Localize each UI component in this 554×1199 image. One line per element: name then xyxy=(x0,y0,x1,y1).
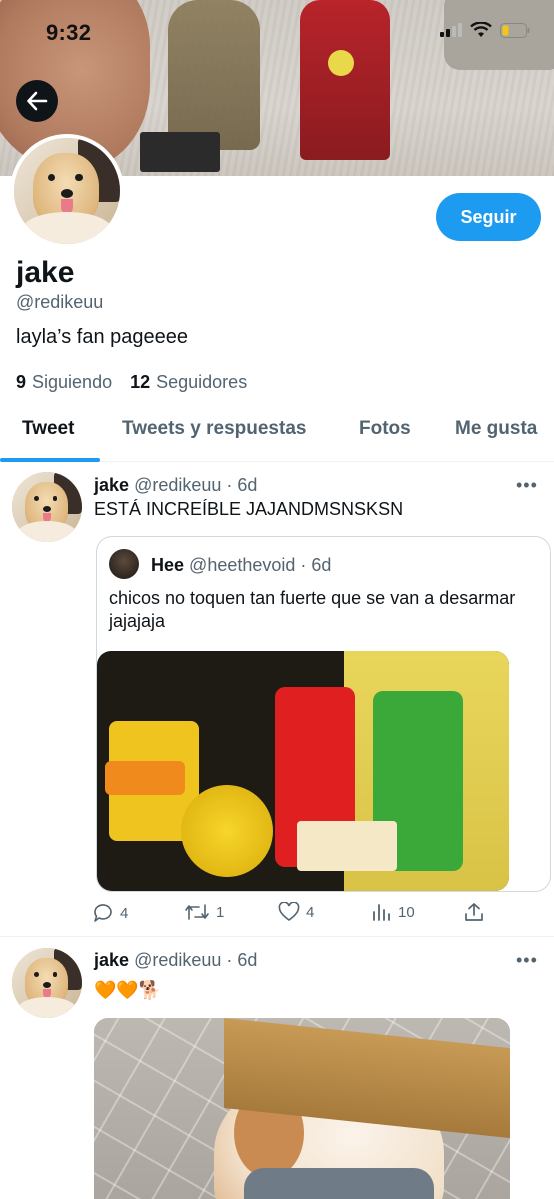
share-button[interactable] xyxy=(464,902,484,922)
active-tab-indicator xyxy=(0,458,100,462)
views-button[interactable]: 10 xyxy=(372,902,415,922)
tweet-divider xyxy=(0,936,554,937)
battery-icon xyxy=(500,22,530,38)
tweet-photo[interactable] xyxy=(94,1018,510,1199)
retweet-count: 1 xyxy=(216,903,225,921)
status-icons xyxy=(440,22,530,38)
tweet-header: jake @redikeuu · 6d xyxy=(94,950,257,971)
quote-photo[interactable] xyxy=(97,651,509,891)
retweet-button[interactable]: 1 xyxy=(184,902,224,922)
follow-button[interactable]: Seguir xyxy=(436,193,541,241)
followers-count: 12 xyxy=(130,372,151,392)
profile-avatar[interactable] xyxy=(10,134,124,248)
like-count: 4 xyxy=(306,903,315,921)
tweet-header: jake @redikeuu · 6d xyxy=(94,475,257,496)
quote-author-handle: @heethevoid xyxy=(189,555,296,575)
quote-text: chicos no toquen tan fuerte que se van a… xyxy=(109,588,516,631)
views-icon xyxy=(373,904,390,921)
quote-header: Hee @heethevoid · 6d xyxy=(151,555,331,576)
retweet-icon xyxy=(185,904,209,920)
more-options-icon[interactable]: ••• xyxy=(516,475,538,496)
status-bar: 9:32 xyxy=(0,0,554,64)
profile-handle: @redikeuu xyxy=(16,292,104,312)
share-icon xyxy=(465,903,483,921)
tweet-text: 🧡🧡🐕 xyxy=(94,980,162,1000)
signal-icon xyxy=(440,23,462,37)
following-link[interactable]: 9 Siguiendo xyxy=(16,372,112,393)
reply-button[interactable]: 4 xyxy=(92,902,128,924)
profile-name: jake xyxy=(16,256,75,289)
tweet-author-handle: @redikeuu xyxy=(134,475,222,495)
tab-tweets-and-replies[interactable]: Tweets y respuestas xyxy=(122,418,306,440)
profile-tabs: Tweet Tweets y respuestas Fotos Me gusta xyxy=(0,400,554,462)
like-button[interactable]: 4 xyxy=(278,902,314,922)
following-label: Siguiendo xyxy=(32,372,113,392)
status-time: 9:32 xyxy=(46,20,92,45)
followers-label: Seguidores xyxy=(156,372,248,392)
tweet-text: ESTÁ INCREÍBLE JAJANDMSNSKSN xyxy=(94,499,404,519)
tweet-author-handle: @redikeuu xyxy=(134,950,222,970)
reply-icon xyxy=(94,904,112,922)
tab-photos[interactable]: Fotos xyxy=(359,418,411,440)
tweet-time: · 6d xyxy=(226,475,258,495)
quote-author-name: Hee xyxy=(151,555,185,575)
tab-likes[interactable]: Me gusta xyxy=(455,418,537,440)
more-options-icon[interactable]: ••• xyxy=(516,950,538,971)
profile-bio: layla’s fan pageeee xyxy=(16,326,188,348)
heart-icon xyxy=(278,902,300,921)
quote-time: · 6d xyxy=(300,555,332,575)
back-button[interactable] xyxy=(16,80,58,122)
tweet-time: · 6d xyxy=(226,950,258,970)
quote-avatar xyxy=(109,549,139,579)
tweet-avatar[interactable] xyxy=(12,472,82,542)
arrow-left-icon xyxy=(27,91,48,111)
quoted-tweet[interactable]: Hee @heethevoid · 6d chicos no toquen ta… xyxy=(96,536,551,892)
tweet-author-name[interactable]: jake xyxy=(94,950,129,970)
reply-count: 4 xyxy=(120,904,129,922)
followers-link[interactable]: 12 Seguidores xyxy=(130,372,247,393)
views-count: 10 xyxy=(398,903,415,921)
tab-tweets[interactable]: Tweet xyxy=(22,418,74,440)
tweet-actions: 4 1 4 10 xyxy=(92,902,492,926)
wifi-icon xyxy=(470,22,492,37)
tweet-avatar[interactable] xyxy=(12,948,82,1018)
profile-stats: 9 Siguiendo 12 Seguidores xyxy=(16,372,247,393)
tweet-author-name[interactable]: jake xyxy=(94,475,129,495)
following-count: 9 xyxy=(16,372,27,392)
